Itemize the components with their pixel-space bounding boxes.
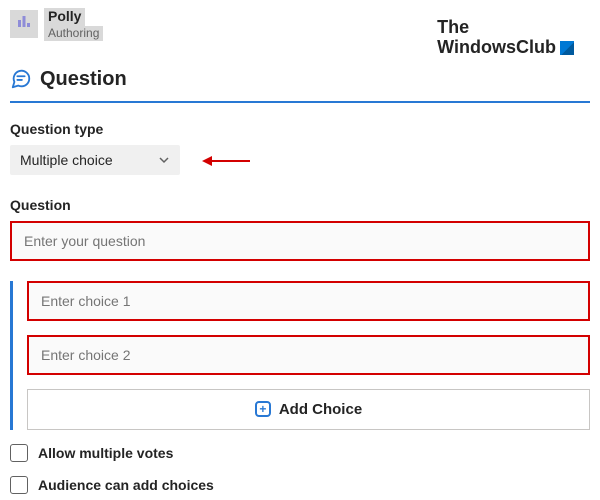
brand-line2: WindowsClub — [437, 38, 556, 58]
chevron-down-icon — [158, 154, 170, 166]
question-type-value: Multiple choice — [20, 152, 113, 168]
app-name: Polly — [44, 8, 85, 26]
brand-line1: The — [437, 18, 574, 38]
audience-add-checkbox[interactable] — [10, 476, 28, 494]
app-avatar — [10, 10, 38, 38]
question-type-select[interactable]: Multiple choice — [10, 145, 180, 175]
app-subtitle: Authoring — [44, 26, 103, 41]
add-choice-button[interactable]: + Add Choice — [27, 389, 590, 430]
header-divider — [10, 101, 590, 103]
brand-logo: The WindowsClub — [437, 8, 590, 58]
allow-multiple-label: Allow multiple votes — [38, 445, 173, 461]
question-label: Question — [10, 197, 590, 213]
choice-input-2[interactable] — [27, 335, 590, 375]
chat-poll-icon — [10, 68, 32, 90]
allow-multiple-checkbox[interactable] — [10, 444, 28, 462]
brand-square-icon — [560, 41, 574, 55]
choice-input-1[interactable] — [27, 281, 590, 321]
audience-add-row: Audience can add choices — [10, 476, 590, 494]
poll-glyph-icon — [16, 14, 32, 35]
question-type-block: Question type Multiple choice — [10, 121, 590, 175]
allow-multiple-row: Allow multiple votes — [10, 444, 590, 462]
add-choice-label: Add Choice — [279, 401, 362, 418]
choices-block: + Add Choice — [10, 281, 590, 430]
app-info: Polly Authoring — [10, 8, 103, 41]
topbar: Polly Authoring The WindowsClub — [10, 8, 590, 58]
annotation-arrow-icon — [202, 154, 250, 168]
audience-add-label: Audience can add choices — [38, 477, 214, 493]
app-meta: Polly Authoring — [44, 8, 103, 41]
plus-icon: + — [255, 401, 271, 417]
question-block: Question — [10, 197, 590, 261]
page-title: Question — [40, 68, 127, 91]
section-header: Question — [10, 68, 590, 91]
question-type-label: Question type — [10, 121, 590, 137]
question-input[interactable] — [10, 221, 590, 261]
